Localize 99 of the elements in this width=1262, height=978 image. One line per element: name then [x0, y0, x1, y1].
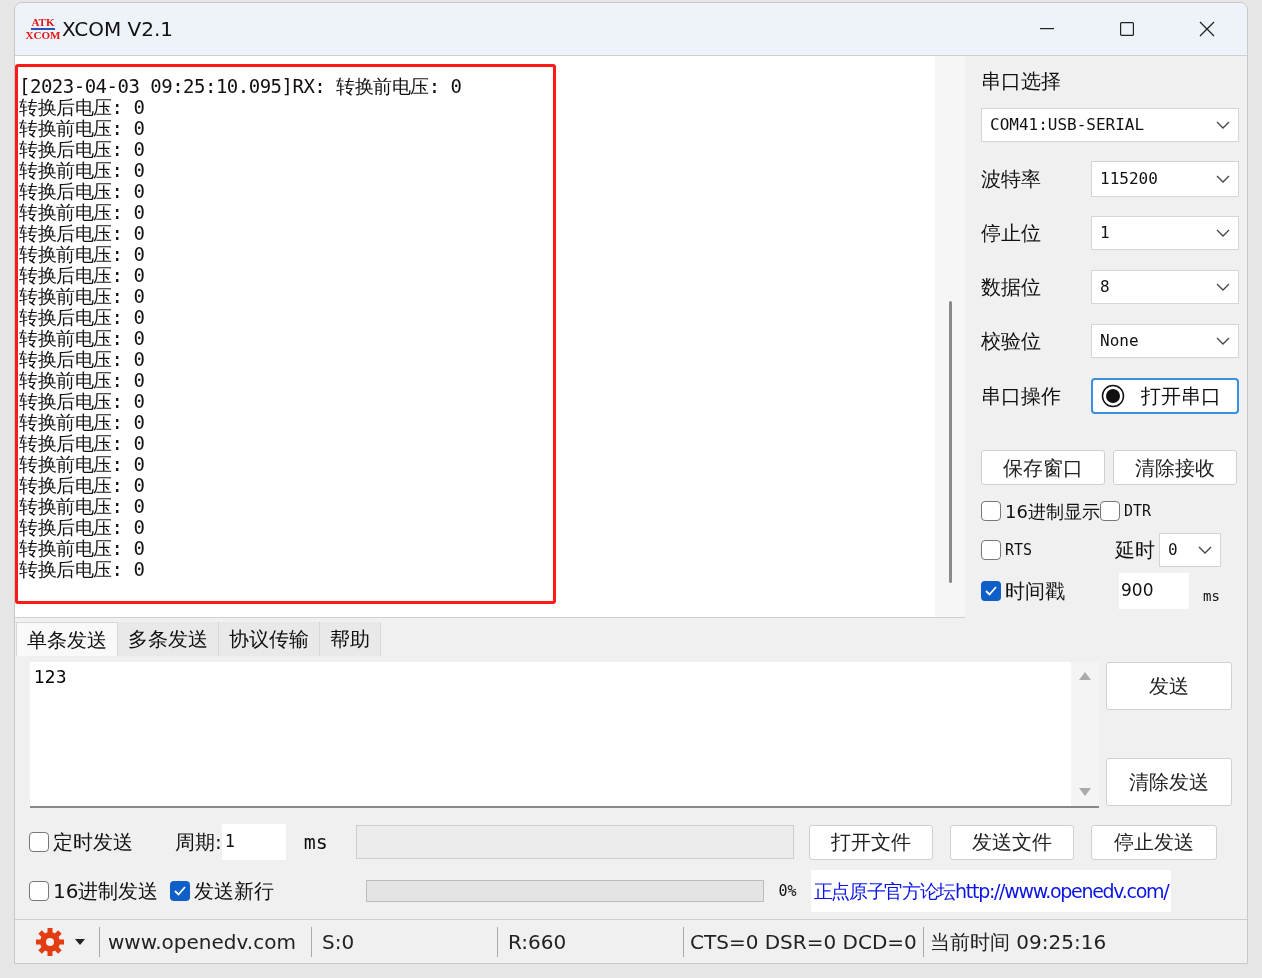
checkbox[interactable]: [981, 581, 1001, 601]
chevron-down-icon: [1216, 175, 1230, 183]
scrollbar[interactable]: [935, 56, 965, 617]
chevron-down-icon: [1198, 546, 1212, 554]
minimize-icon: [1040, 28, 1054, 30]
receive-line: 转换前电压: 0: [19, 454, 146, 475]
receive-line: 转换后电压: 0: [19, 391, 146, 412]
clear-send-button[interactable]: 清除发送: [1106, 758, 1232, 806]
setting-select[interactable]: None: [1091, 324, 1239, 358]
status-received: R:660: [497, 926, 683, 957]
receive-area[interactable]: [15, 56, 935, 617]
setting-select[interactable]: 115200: [1091, 161, 1239, 197]
setting-select[interactable]: 1: [1091, 216, 1239, 250]
receive-line: 转换后电压: 0: [19, 559, 146, 580]
receive-line: 转换后电压: 0: [19, 223, 146, 244]
checkbox-label: RTS: [1005, 539, 1033, 561]
scrollbar[interactable]: [1071, 662, 1099, 806]
checkbox-label: 16进制显示: [1005, 499, 1100, 524]
gear-icon: [35, 926, 65, 957]
port-label: 串口选择: [981, 68, 1062, 95]
open-file-button[interactable]: 打开文件: [808, 824, 933, 860]
check-icon: [173, 885, 188, 897]
send-file-button[interactable]: 发送文件: [949, 824, 1074, 860]
send-tab[interactable]: 协议传输: [219, 622, 320, 656]
chevron-down-icon: [1216, 229, 1230, 237]
checkbox[interactable]: [29, 832, 49, 852]
ms-label: ms: [1203, 586, 1220, 606]
receive-line: 转换后电压: 0: [19, 181, 146, 202]
receive-line: 转换前电压: 0: [19, 412, 146, 433]
delay-select[interactable]: 0: [1159, 533, 1221, 567]
checkbox[interactable]: [29, 881, 49, 901]
caret-icon: [75, 938, 85, 945]
receive-line: 转换前电压: 0: [19, 328, 146, 349]
setting-select[interactable]: 8: [1091, 270, 1239, 304]
checkbox-label: DTR: [1123, 500, 1151, 522]
period-field[interactable]: 1: [221, 824, 286, 860]
setting-label: 数据位: [981, 274, 1042, 301]
status-lines: CTS=0 DSR=0 DCD=0: [683, 926, 923, 957]
setting-label: 波特率: [981, 166, 1042, 193]
progress-reading: 0%: [778, 880, 797, 902]
checkbox-label: 时间戳: [1005, 578, 1065, 605]
maximize-icon: [1120, 22, 1134, 36]
receive-line: 转换后电压: 0: [19, 517, 146, 538]
checkbox-label: 定时发送: [53, 829, 133, 856]
chevron-down-icon: [1216, 121, 1230, 129]
checkbox-label: 16进制发送: [53, 878, 159, 905]
clear-receive-button[interactable]: 清除接收: [1113, 450, 1237, 485]
receive-line: 转换后电压: 0: [19, 307, 146, 328]
receive-line: 转换后电压: 0: [19, 349, 146, 370]
period-unit: ms: [303, 829, 328, 856]
chevron-down-icon: [1216, 337, 1230, 345]
scroll-down-icon[interactable]: [1079, 788, 1091, 796]
send-tab[interactable]: 帮助: [320, 622, 381, 656]
checkbox[interactable]: [1099, 501, 1120, 521]
period-label: 周期:: [175, 829, 222, 856]
app-logo: ATK XCOM: [28, 17, 58, 41]
save-window-button[interactable]: 保存窗口: [981, 450, 1105, 485]
receive-line: 转换后电压: 0: [19, 97, 146, 118]
setting-label: 停止位: [981, 220, 1042, 247]
send-button[interactable]: 发送: [1106, 662, 1232, 710]
status-time: 当前时间 09:25:16: [923, 926, 1107, 957]
send-tab[interactable]: 多条发送: [118, 622, 219, 656]
receive-line: 转换后电压: 0: [19, 139, 146, 160]
receive-line: 转换前电压: 0: [19, 118, 146, 139]
status-sent: S:0: [311, 926, 497, 957]
open-port-button[interactable]: 打开串口: [1091, 378, 1239, 414]
check-icon: [984, 585, 998, 597]
scrollbar-thumb[interactable]: [948, 301, 952, 583]
receive-line: 转换后电压: 0: [19, 475, 146, 496]
checkbox[interactable]: [981, 540, 1001, 560]
window-title: XCOM V2.1: [62, 16, 174, 43]
stop-send-button[interactable]: 停止发送: [1090, 824, 1217, 860]
timestamp-field[interactable]: 900: [1119, 573, 1189, 609]
delay-label: 延时: [1115, 537, 1155, 564]
operation-label: 串口操作: [981, 383, 1062, 410]
radio-icon: [1101, 384, 1125, 408]
receive-line: 转换前电压: 0: [19, 202, 146, 223]
send-text-area[interactable]: 123: [30, 662, 1099, 808]
receive-line: 转换前电压: 0: [19, 538, 146, 559]
port-select[interactable]: COM41:USB-SERIAL: [981, 108, 1239, 142]
checkbox[interactable]: [170, 881, 191, 901]
chevron-down-icon: [1216, 283, 1230, 291]
receive-line: 转换前电压: 0: [19, 370, 146, 391]
receive-line: 转换后电压: 0: [19, 265, 146, 286]
checkbox[interactable]: [981, 501, 1001, 521]
receive-line: 转换前电压: 0: [19, 496, 146, 517]
send-tab[interactable]: 单条发送: [16, 622, 118, 656]
checkbox-label: 发送新行: [194, 878, 275, 905]
receive-line: 转换前电压: 0: [19, 286, 146, 307]
receive-line: 转换后电压: 0: [19, 433, 146, 454]
setting-label: 校验位: [981, 328, 1042, 355]
send-text: 123: [33, 666, 68, 689]
close-icon: [1199, 21, 1215, 37]
scroll-up-icon[interactable]: [1079, 672, 1091, 680]
status-url: www.openedv.com: [99, 926, 311, 957]
receive-line: 转换前电压: 0: [19, 244, 146, 265]
receive-line: 转换前电压: 0: [19, 160, 146, 181]
receive-line: [2023-04-03 09:25:10.095]RX: 转换前电压: 0: [19, 76, 463, 97]
forum-link[interactable]: 正点原子官方论坛http://www.openedv.com/: [810, 870, 1172, 912]
